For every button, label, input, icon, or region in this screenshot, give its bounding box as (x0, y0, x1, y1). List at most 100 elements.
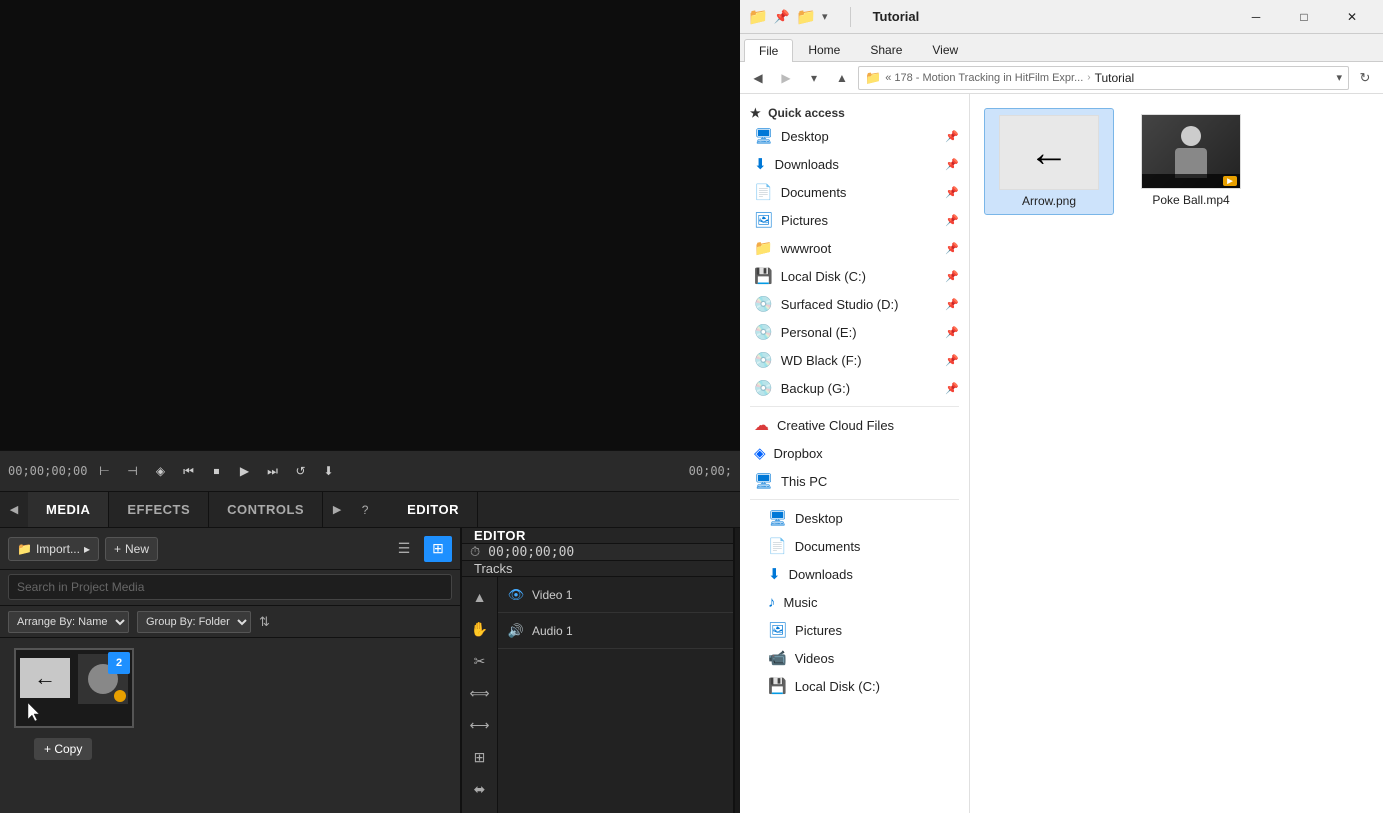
play-pause-btn[interactable]: ▶ (233, 460, 255, 482)
sidebar-item-videos-pc[interactable]: 📹 Videos (740, 644, 969, 672)
breadcrumb-current: Tutorial (1095, 71, 1135, 85)
group-by-select[interactable]: Group By: Folder (137, 611, 251, 633)
divider1 (750, 406, 959, 407)
sidebar-item-dropbox[interactable]: ◈ Dropbox (740, 439, 969, 467)
ripple-tool[interactable]: ⟷ (466, 711, 494, 739)
ribbon-tab-share[interactable]: Share (855, 38, 917, 61)
tab-next-arrow[interactable]: ▶ (323, 492, 351, 527)
sidebar-item-documents-qa[interactable]: 📄 Documents 📌 (740, 178, 969, 206)
up-button[interactable]: ▲ (830, 66, 854, 90)
list-view-btn[interactable]: ☰ (390, 536, 418, 562)
new-button[interactable]: + New (105, 537, 158, 561)
filter-row: Arrange By: Name Group By: Folder ⇅ (0, 606, 460, 638)
file-item-arrow[interactable]: ← Arrow.png (984, 108, 1114, 215)
loop-btn[interactable]: ↺ (289, 460, 311, 482)
tab-controls[interactable]: CONTROLS (209, 492, 323, 527)
refresh-button[interactable]: ↻ (1353, 66, 1377, 90)
maximize-button[interactable]: □ (1281, 3, 1327, 31)
videos-icon: 📹 (768, 649, 787, 667)
marker-btn[interactable]: ◈ (149, 460, 171, 482)
import-button[interactable]: 📁 Import... ▸ (8, 537, 99, 561)
sidebar-item-surfaced-studio-d[interactable]: 💿 Surfaced Studio (D:) 📌 (740, 290, 969, 318)
next-btn[interactable]: ⏭ (261, 460, 283, 482)
sidebar-item-desktop-pc[interactable]: 🖥 Desktop (740, 504, 969, 532)
search-input[interactable] (8, 574, 452, 600)
close-button[interactable]: ✕ (1329, 3, 1375, 31)
sidebar-item-documents-pc[interactable]: 📄 Documents (740, 532, 969, 560)
sidebar-item-creative-cloud[interactable]: ☁ Creative Cloud Files (740, 411, 969, 439)
video-visibility-btn[interactable]: 👁 (506, 585, 526, 605)
zoom-tool[interactable]: ⬌ (466, 775, 494, 803)
sidebar-item-local-disk-c-qa[interactable]: 💾 Local Disk (C:) 📌 (740, 262, 969, 290)
sort-icon[interactable]: ⇅ (259, 614, 270, 630)
sidebar-item-personal-e[interactable]: 💿 Personal (E:) 📌 (740, 318, 969, 346)
tab-editor[interactable]: EDITOR (389, 492, 478, 527)
audio-tool[interactable]: ⇅ (466, 807, 494, 813)
transport-bar: 00;00;00;00 ⊢ ⊣ ◈ ⏮ ⏹ ▶ ⏭ ↺ ⬇ 00;00; (0, 450, 740, 492)
pin-icon10: 📌 (945, 382, 959, 395)
ribbon-tab-view[interactable]: View (917, 38, 973, 61)
sidebar-item-wwwroot[interactable]: 📁 wwwroot 📌 (740, 234, 969, 262)
back-button[interactable]: ◀ (746, 66, 770, 90)
prev-btn[interactable]: ⏹ (205, 460, 227, 482)
arrange-by-select[interactable]: Arrange By: Name (8, 611, 129, 633)
fe-ribbon-tabs: File Home Share View (740, 34, 1383, 62)
sidebar-item-wd-black-f[interactable]: 💿 WD Black (F:) 📌 (740, 346, 969, 374)
fe-sidebar: ★ Quick access 🖥 Desktop 📌 ⬇ Downloads 📌… (740, 94, 970, 813)
media-panel: 📁 Import... ▸ + New ☰ ⊞ (0, 528, 460, 813)
fe-folder2-icon: 📁 (796, 7, 816, 27)
tab-prev-arrow[interactable]: ◀ (0, 492, 28, 527)
sidebar-item-backup-g[interactable]: 💿 Backup (G:) 📌 (740, 374, 969, 402)
sidebar-item-desktop-qa[interactable]: 🖥 Desktop 📌 (740, 122, 969, 150)
sidebar-item-downloads-qa[interactable]: ⬇ Downloads 📌 (740, 150, 969, 178)
pin-icon3: 📌 (945, 186, 959, 199)
expand-nav-btn[interactable]: ▾ (802, 66, 826, 90)
range-in-btn[interactable]: ⊢ (93, 460, 115, 482)
preview-area (0, 0, 740, 450)
pointer-tool[interactable]: ▲ (466, 583, 494, 611)
minimize-button[interactable]: ─ (1233, 3, 1279, 31)
sidebar-item-music-pc[interactable]: ♪ Music (740, 588, 969, 616)
slip-tool[interactable]: ⟺ (466, 679, 494, 707)
quick-access-header: ★ Quick access (740, 102, 969, 122)
clock-icon: ⏱ (470, 544, 480, 560)
breadcrumb-separator: › (1087, 72, 1090, 83)
snap-tool[interactable]: ⊞ (466, 743, 494, 771)
forward-button[interactable]: ▶ (774, 66, 798, 90)
file-grid: ← Arrow.png (980, 104, 1373, 219)
pin-icon6: 📌 (945, 270, 959, 283)
arrow-filename: Arrow.png (1022, 194, 1076, 208)
audio-track-label: Audio 1 (532, 624, 725, 638)
media-item[interactable]: ← 2 (14, 648, 144, 728)
fe-window-title: Tutorial (873, 9, 1227, 24)
range-out-btn[interactable]: ⊣ (121, 460, 143, 482)
ribbon-tab-home[interactable]: Home (793, 38, 855, 61)
sidebar-item-pictures-qa[interactable]: 🖼 Pictures 📌 (740, 206, 969, 234)
tab-media[interactable]: MEDIA (28, 492, 109, 527)
downloads-icon: ⬇ (754, 155, 767, 173)
grid-view-btn[interactable]: ⊞ (424, 536, 452, 562)
this-pc-icon: 🖥 (754, 472, 773, 490)
timecode-left: 00;00;00;00 (8, 464, 87, 478)
ribbon-tab-file[interactable]: File (744, 39, 793, 62)
tab-effects[interactable]: EFFECTS (109, 492, 209, 527)
prev-frame-btn[interactable]: ⏮ (177, 460, 199, 482)
file-item-pokeball[interactable]: ▶ Poke Ball.mp4 (1126, 108, 1256, 215)
export-btn[interactable]: ⬇ (317, 460, 339, 482)
help-btn[interactable]: ? (351, 492, 379, 527)
razor-tool[interactable]: ✂ (466, 647, 494, 675)
address-breadcrumb[interactable]: 📁 « 178 - Motion Tracking in HitFilm Exp… (858, 66, 1349, 90)
fe-main: ← Arrow.png (970, 94, 1383, 813)
pin-icon8: 📌 (945, 326, 959, 339)
fe-pin-icon: 📌 (774, 9, 790, 25)
breadcrumb-dropdown-arrow[interactable]: ▾ (1336, 71, 1342, 84)
desktop2-icon: 🖥 (768, 509, 787, 527)
hand-tool[interactable]: ✋ (466, 615, 494, 643)
sidebar-item-downloads-pc[interactable]: ⬇ Downloads (740, 560, 969, 588)
audio-visibility-btn[interactable]: 🔊 (506, 621, 526, 641)
sidebar-item-this-pc[interactable]: 🖥 This PC (740, 467, 969, 495)
media-content: ← 2 (0, 638, 460, 813)
drive-f-icon: 💿 (754, 351, 773, 369)
sidebar-item-pictures-pc[interactable]: 🖼 Pictures (740, 616, 969, 644)
sidebar-item-local-disk-c-pc[interactable]: 💾 Local Disk (C:) (740, 672, 969, 700)
